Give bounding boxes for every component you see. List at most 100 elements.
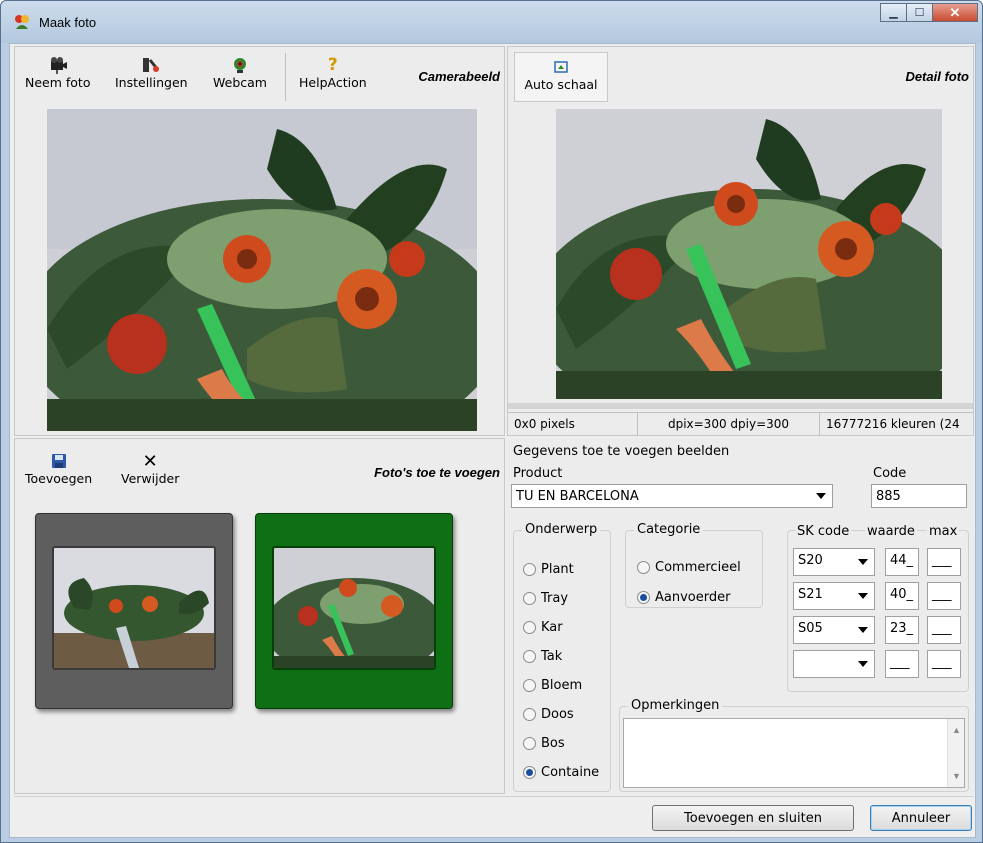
dialog-window: Maak foto ▁ ☐ ✕ Neem foto Instellingen W… [0, 0, 983, 843]
radio-label: Doos [541, 707, 574, 722]
auto-scale-button[interactable]: Auto schaal [514, 52, 608, 102]
radio-commercieel[interactable]: Commercieel [637, 560, 741, 575]
radio-dot [523, 679, 536, 692]
save-icon [51, 451, 67, 471]
sk-max-input[interactable]: ___ [927, 548, 961, 576]
chevron-down-icon [858, 559, 868, 565]
radio-dot [523, 563, 536, 576]
radio-kar[interactable]: Kar [523, 620, 563, 635]
sk-code-select[interactable] [793, 650, 875, 678]
title-bar[interactable]: Maak foto ▁ ☐ ✕ [1, 1, 982, 43]
settings-icon [141, 55, 161, 75]
remove-photo-label: Verwijder [121, 471, 180, 486]
scroll-down-icon[interactable]: ▼ [952, 771, 961, 781]
sk-waarde-input[interactable]: 44_ [885, 548, 919, 576]
photo-thumbnail[interactable] [35, 513, 233, 709]
webcam-icon [230, 55, 250, 75]
photo-thumbnail-selected[interactable] [255, 513, 453, 709]
radio-dot [637, 561, 650, 574]
chevron-down-icon [858, 661, 868, 667]
radio-label: Kar [541, 620, 563, 635]
chevron-down-icon [858, 593, 868, 599]
radio-label: Bloem [541, 678, 583, 693]
photos-panel: Toevoegen ✕ Verwijder Foto's toe te voeg… [14, 438, 505, 794]
sk-waarde-input[interactable]: 23_ [885, 616, 919, 644]
sk-max-input[interactable]: ___ [927, 582, 961, 610]
radio-doos[interactable]: Doos [523, 707, 574, 722]
sk-max-input[interactable]: ___ [927, 650, 961, 678]
opmerkingen-textarea[interactable]: ▲ ▼ [623, 718, 965, 788]
product-value: TU EN BARCELONA [516, 489, 639, 504]
radio-bloem[interactable]: Bloem [523, 678, 582, 693]
app-icon [15, 15, 29, 29]
footer-bar: Toevoegen en sluiten Annuleer [14, 796, 974, 836]
radio-label: Plant [541, 562, 574, 577]
status-dpi: dpix=300 dpiy=300 [638, 413, 820, 436]
camera-panel-title: Camerabeeld [418, 69, 500, 84]
textarea-scrollbar[interactable]: ▲ ▼ [947, 719, 964, 787]
opmerkingen-title: Opmerkingen [628, 698, 723, 713]
sk-max-input[interactable]: ___ [927, 616, 961, 644]
radio-label: Bos [541, 736, 565, 751]
radio-container[interactable]: Containe [523, 765, 599, 780]
sk-code-select[interactable]: S21 [793, 582, 875, 610]
help-label: HelpAction [299, 75, 367, 90]
maximize-icon: ☐ [914, 7, 925, 19]
take-photo-button[interactable]: Neem foto [25, 55, 90, 90]
detail-status-bar: 0x0 pixels dpix=300 dpiy=300 16777216 kl… [508, 412, 973, 436]
product-label: Product [513, 466, 563, 481]
radio-label: Commercieel [655, 560, 741, 575]
webcam-label: Webcam [213, 75, 267, 90]
close-button[interactable]: ✕ [932, 3, 978, 22]
radio-label: Containe [541, 765, 600, 780]
camera-panel: Neem foto Instellingen Webcam ? HelpActi… [14, 46, 505, 436]
radio-dot [523, 650, 536, 663]
webcam-button[interactable]: Webcam [213, 55, 267, 90]
maximize-button[interactable]: ☐ [906, 3, 933, 22]
radio-dot [523, 592, 536, 605]
settings-button[interactable]: Instellingen [115, 55, 188, 90]
add-photo-button[interactable]: Toevoegen [25, 451, 92, 486]
radio-label: Aanvoerder [655, 590, 731, 605]
detail-image-scrollbar[interactable] [508, 403, 973, 409]
window-title: Maak foto [39, 15, 97, 30]
radio-bos[interactable]: Bos [523, 736, 565, 751]
radio-aanvoerder[interactable]: Aanvoerder [637, 590, 730, 605]
sk-code-select[interactable]: S20 [793, 548, 875, 576]
auto-scale-label: Auto schaal [524, 77, 598, 92]
radio-plant[interactable]: Plant [523, 562, 574, 577]
form-group-title: Gegevens toe te voegen beelden [513, 444, 730, 459]
remove-photo-button[interactable]: ✕ Verwijder [121, 450, 180, 487]
detail-image [556, 109, 942, 399]
help-button[interactable]: ? HelpAction [299, 55, 367, 90]
scroll-up-icon[interactable]: ▲ [952, 725, 961, 735]
sk-waarde-input[interactable]: 40_ [885, 582, 919, 610]
sk-waarde-input[interactable]: ___ [885, 650, 919, 678]
sk-code-select[interactable]: S05 [793, 616, 875, 644]
chevron-down-icon [816, 493, 826, 499]
cancel-button[interactable]: Annuleer [870, 805, 972, 831]
add-photo-label: Toevoegen [25, 471, 93, 486]
delete-icon: ✕ [142, 450, 158, 472]
product-select[interactable]: TU EN BARCELONA [511, 484, 833, 508]
auto-scale-icon [553, 57, 569, 77]
help-icon: ? [327, 55, 338, 75]
camera-image [47, 109, 477, 431]
minimize-button[interactable]: ▁ [880, 3, 907, 22]
dialog-client: Neem foto Instellingen Webcam ? HelpActi… [9, 43, 976, 838]
settings-label: Instellingen [115, 75, 188, 90]
camera-icon [48, 55, 68, 75]
radio-tak[interactable]: Tak [523, 649, 562, 664]
minimize-icon: ▁ [889, 7, 898, 19]
sk-code-value: S21 [798, 587, 823, 602]
detail-panel-title: Detail foto [905, 69, 969, 84]
radio-tray[interactable]: Tray [523, 591, 568, 606]
close-icon: ✕ [949, 4, 961, 20]
add-and-close-button[interactable]: Toevoegen en sluiten [652, 805, 854, 831]
sk-code-value: S05 [798, 621, 823, 636]
radio-dot [523, 737, 536, 750]
code-input[interactable]: 885 [871, 484, 967, 508]
categorie-title: Categorie [634, 522, 704, 537]
photos-panel-title: Foto's toe te voegen [374, 465, 500, 480]
radio-label: Tray [541, 591, 569, 606]
